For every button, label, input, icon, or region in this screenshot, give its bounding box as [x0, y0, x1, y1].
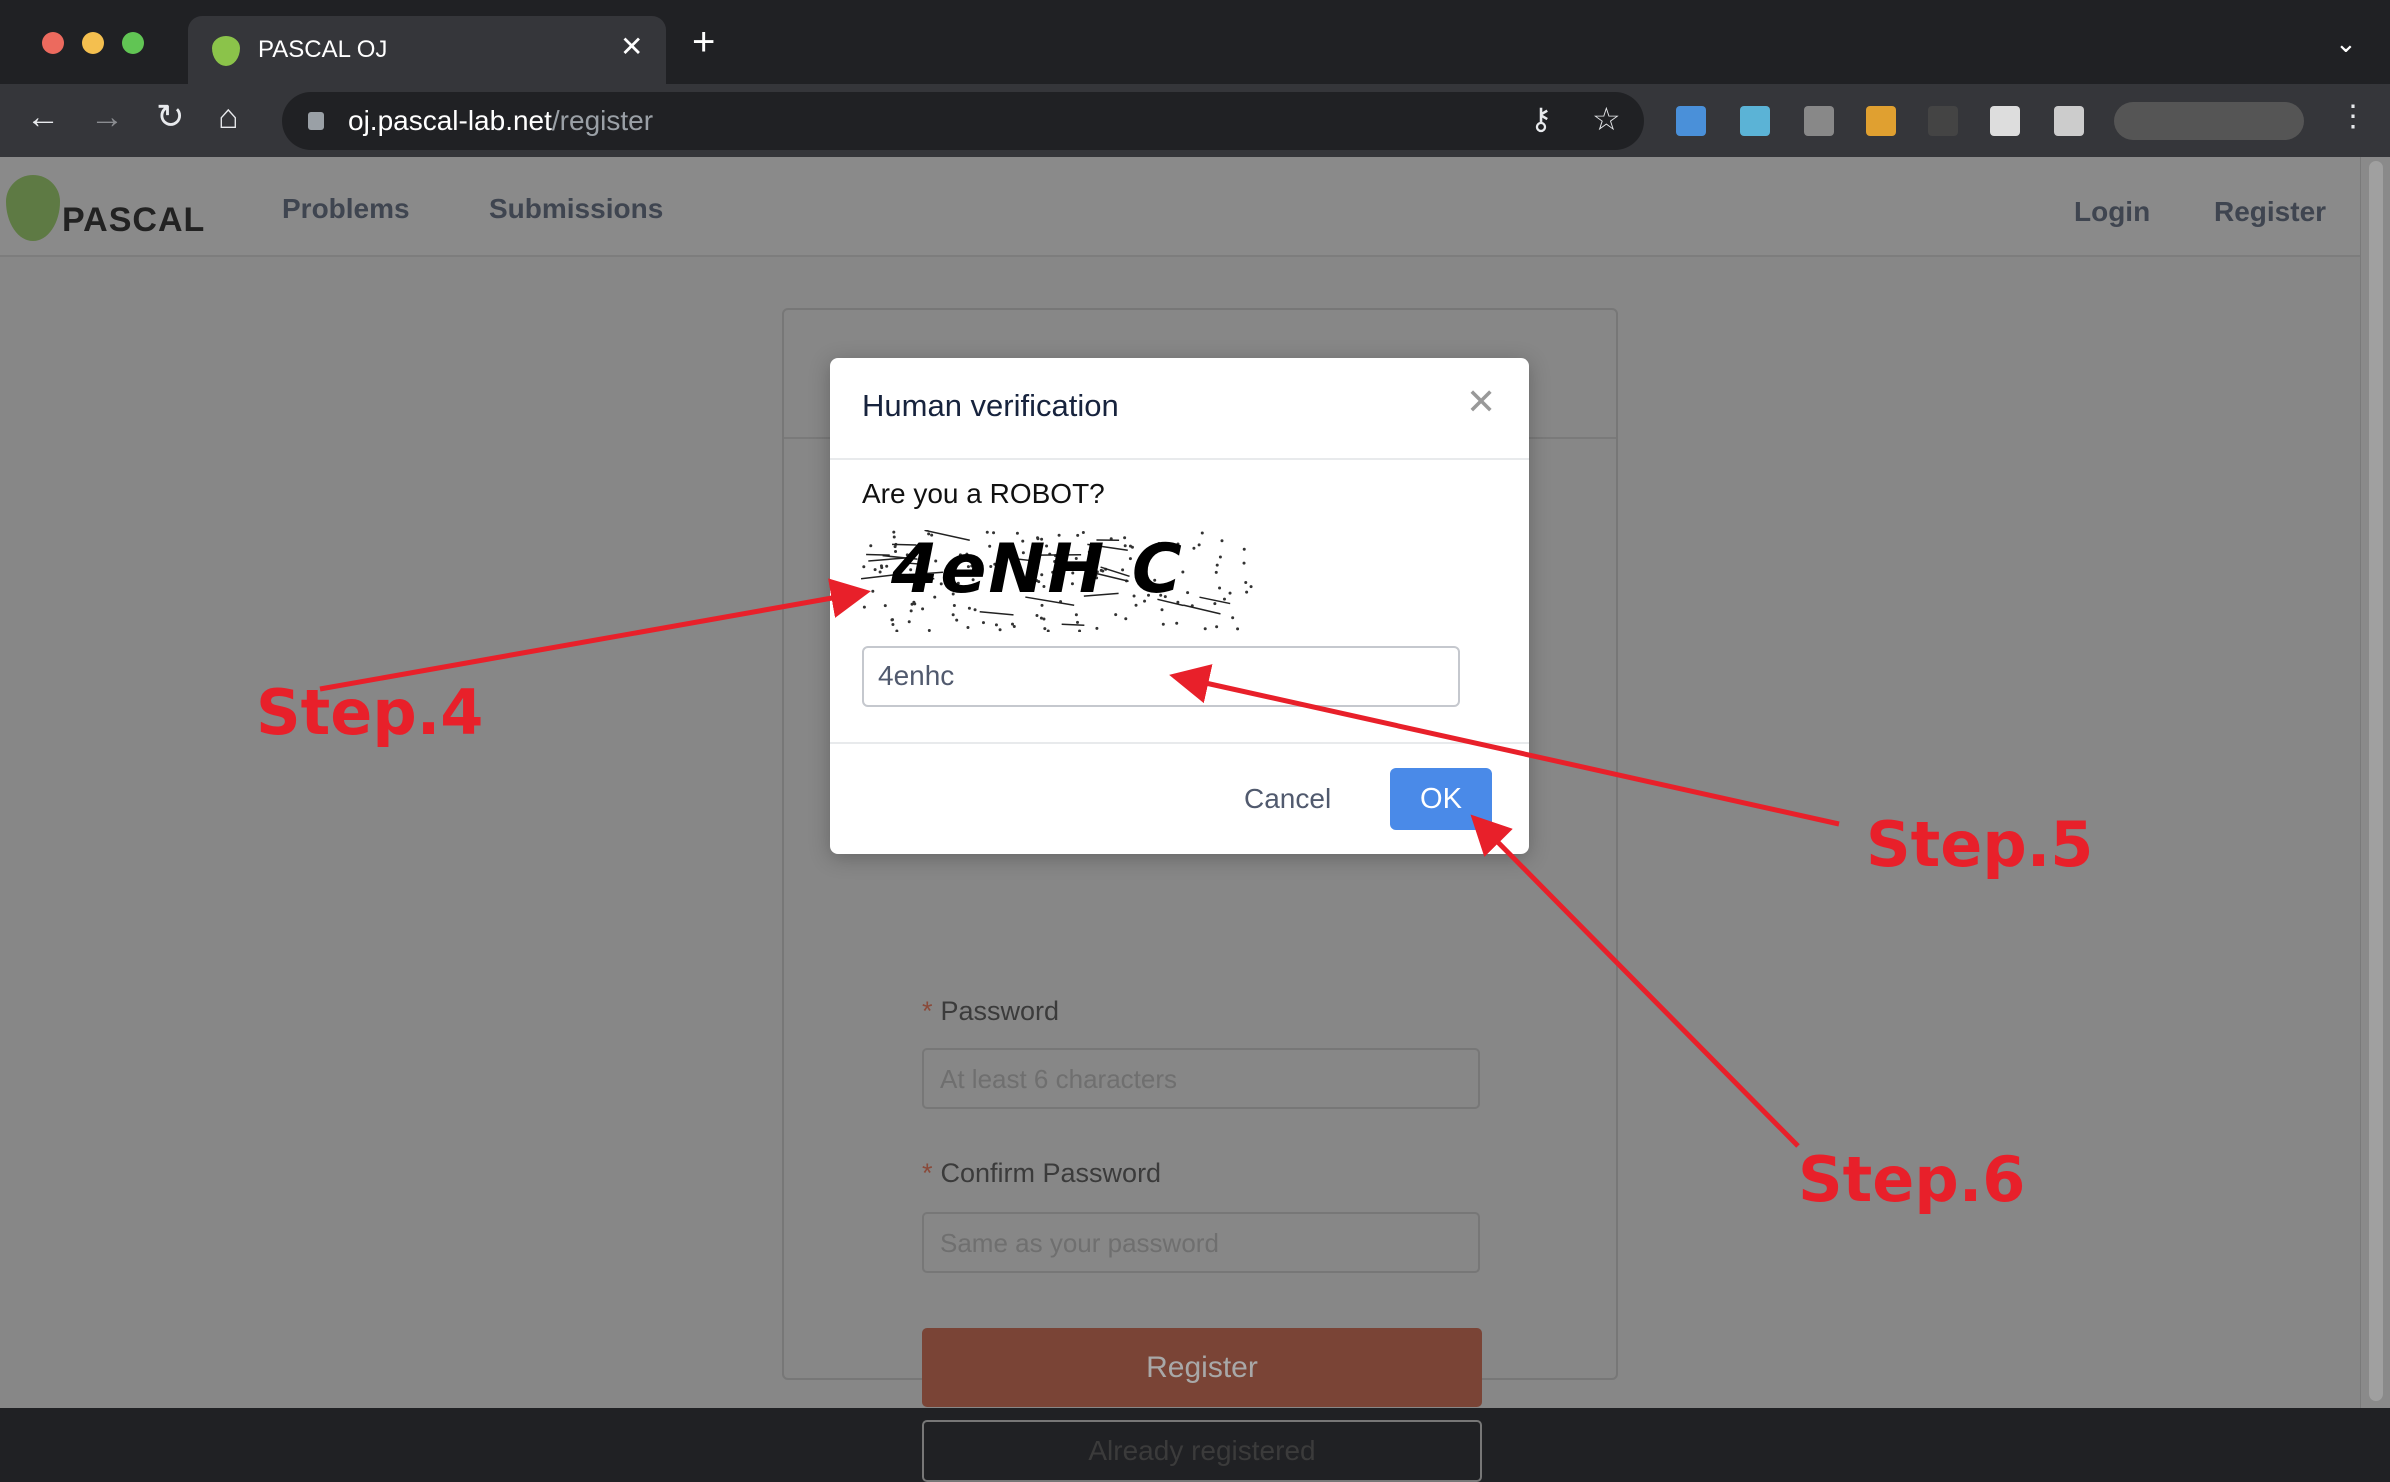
close-icon[interactable]: ✕ — [1466, 384, 1496, 420]
url-host: oj.pascal-lab.net — [348, 105, 552, 136]
extension-icon[interactable] — [1804, 106, 1834, 136]
page-scrollbar[interactable] — [2360, 157, 2390, 1408]
confirm-password-label: * Confirm Password — [922, 1158, 1161, 1189]
nav-login[interactable]: Login — [2074, 196, 2150, 228]
step6-annotation: Step.6 — [1798, 1143, 2025, 1216]
url-text[interactable]: oj.pascal-lab.net/register — [348, 105, 653, 137]
human-verification-dialog: Human verification ✕ Are you a ROBOT? 4e… — [830, 358, 1529, 854]
extension-icon[interactable] — [1740, 106, 1770, 136]
extension-icon[interactable] — [1990, 106, 2020, 136]
nav-register[interactable]: Register — [2214, 196, 2326, 228]
scrollbar-thumb[interactable] — [2369, 161, 2383, 1401]
tab-bar: PASCAL OJ ✕ + ⌄ — [0, 0, 2390, 84]
tab-close-icon[interactable]: ✕ — [620, 30, 643, 63]
pascal-logo-text[interactable]: PASCAL — [62, 201, 205, 240]
required-mark: * — [922, 1158, 933, 1188]
extension-icon[interactable] — [1676, 106, 1706, 136]
password-label-text: Password — [941, 996, 1060, 1026]
address-bar[interactable]: oj.pascal-lab.net/register ⚷ ☆ — [282, 92, 1644, 150]
dialog-title: Human verification — [862, 388, 1119, 424]
new-tab-icon[interactable]: + — [692, 22, 715, 62]
maximize-window-button[interactable] — [122, 32, 144, 54]
profile-button[interactable] — [2114, 102, 2304, 140]
nav-submissions[interactable]: Submissions — [489, 193, 663, 225]
browser-toolbar: ← → ↻ ⌂ oj.pascal-lab.net/register ⚷ ☆ ⋮ — [0, 84, 2390, 157]
robot-question: Are you a ROBOT? — [862, 478, 1105, 510]
register-button[interactable]: Register — [922, 1328, 1482, 1407]
pascal-favicon-icon — [212, 36, 240, 66]
password-input[interactable]: At least 6 characters — [922, 1048, 1480, 1109]
url-path: /register — [552, 105, 653, 136]
step4-annotation: Step.4 — [256, 676, 483, 749]
password-label: * Password — [922, 996, 1059, 1027]
bookmark-star-icon[interactable]: ☆ — [1592, 100, 1621, 138]
extension-icon[interactable] — [2054, 106, 2084, 136]
browser-tab[interactable]: PASCAL OJ ✕ — [188, 16, 666, 84]
dialog-footer-divider — [830, 742, 1529, 744]
already-registered-button[interactable]: Already registered — [922, 1420, 1482, 1482]
confirm-password-input[interactable]: Same as your password — [922, 1212, 1480, 1273]
captcha-input[interactable]: 4enhc — [862, 646, 1460, 707]
captcha-image[interactable]: 4eNH C — [861, 530, 1262, 632]
step5-annotation: Step.5 — [1866, 808, 2093, 881]
minimize-window-button[interactable] — [82, 32, 104, 54]
tab-title: PASCAL OJ — [258, 36, 387, 64]
close-window-button[interactable] — [42, 32, 64, 54]
menu-dots-icon[interactable]: ⋮ — [2338, 102, 2368, 132]
key-icon[interactable]: ⚷ — [1530, 102, 1552, 137]
forward-icon[interactable]: → — [90, 100, 124, 134]
nav-problems[interactable]: Problems — [282, 193, 410, 225]
required-mark: * — [922, 996, 933, 1026]
site-navbar: PASCAL Problems Submissions Login Regist… — [0, 157, 2360, 257]
back-icon[interactable]: ← — [26, 100, 60, 134]
pascal-logo-icon[interactable] — [6, 175, 60, 241]
tab-list-chevron-icon[interactable]: ⌄ — [2335, 28, 2357, 59]
confirm-password-label-text: Confirm Password — [941, 1158, 1162, 1188]
captcha-text: 4eNH C — [890, 530, 1184, 609]
extension-icon[interactable] — [1866, 106, 1896, 136]
ok-button[interactable]: OK — [1390, 768, 1492, 830]
dialog-header-divider — [830, 458, 1529, 460]
extension-icon[interactable] — [1928, 106, 1958, 136]
home-icon[interactable]: ⌂ — [218, 100, 239, 134]
reload-icon[interactable]: ↻ — [156, 100, 185, 134]
cancel-button[interactable]: Cancel — [1244, 783, 1331, 815]
lock-icon — [308, 112, 324, 130]
